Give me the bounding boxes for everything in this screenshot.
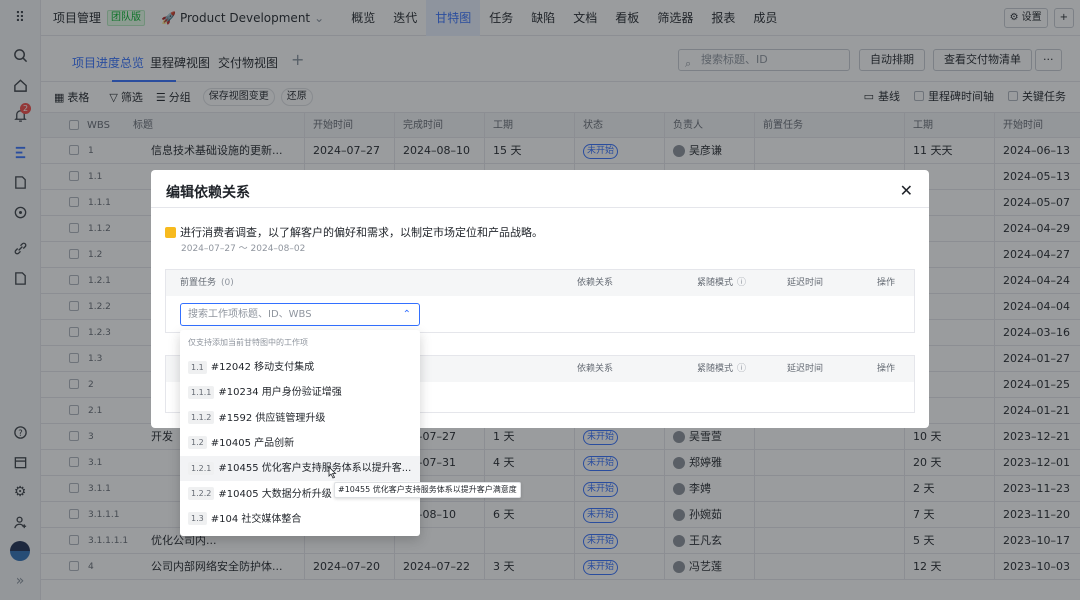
col-predecessor: 前置任务 [180,278,217,288]
search-placeholder: 搜索工作项标题、ID、WBS [188,309,312,320]
option-wbs: 1.1 [188,360,207,374]
predecessor-search-input[interactable]: 搜索工作项标题、ID、WBS ⌃ [180,303,420,326]
option-label: #12042 移动支付集成 [210,362,315,373]
predecessor-dropdown: 仅支持添加当前甘特图中的工作项 1.1 #12042 移动支付集成 1.1.1 #10… [180,330,420,536]
option-label: #10455 优化客户支持服务体系以提升客... [218,463,412,475]
option-wbs: 1.3 [188,512,207,526]
chevron-up-icon: ⌃ [402,309,411,320]
task-title: 进行消费者调查，以了解客户的偏好和需求，以制定市场定位和产品战略。 [180,226,543,239]
option-label: #104 社交媒体整合 [210,513,302,525]
divider [151,207,929,208]
option-wbs: 1.2.2 [188,487,215,500]
dropdown-option[interactable]: 1.2 #10405 产品创新 [180,431,420,456]
dialog-title: 编辑依赖关系 [166,185,250,201]
predecessor-count: (0) [221,278,234,288]
help-icon[interactable]: ⓘ [737,270,746,296]
close-icon[interactable]: ✕ [900,181,913,200]
col-dependency: 依赖关系 [577,278,614,288]
col-dependency: 依赖关系 [577,364,614,374]
dropdown-option[interactable]: 1.3 #104 社交媒体整合 [180,507,420,532]
predecessor-header: 前置任务 (0) 依赖关系 紧随模式 ⓘ 延迟时间 操作 [166,270,914,296]
col-action: 操作 [877,278,896,288]
col-delay: 延迟时间 [787,364,824,374]
dropdown-option[interactable]: 1.1 #12042 移动支付集成 [180,355,420,380]
dropdown-option[interactable]: 1.1.1 #10234 用户身份验证增强 [180,380,420,405]
task-info: 进行消费者调查，以了解客户的偏好和需求，以制定市场定位和产品战略。 [165,224,543,240]
dropdown-tip: 仅支持添加当前甘特图中的工作项 [188,338,308,347]
option-tooltip: #10455 优化客户支持服务体系以提升客户满意度 [334,482,521,498]
option-wbs: 1.2 [188,436,207,450]
dropdown-option[interactable]: 1.2.1 #10455 优化客户支持服务体系以提升客... [180,456,420,482]
option-label: #10405 产品创新 [210,437,295,449]
option-wbs: 1.1.1 [188,385,215,399]
option-wbs: 1.1.2 [188,411,215,425]
col-delay: 延迟时间 [787,278,824,288]
option-label: #10234 用户身份验证增强 [218,387,342,399]
task-dates: 2024–07–27 ～ 2024–08–02 [181,244,306,254]
option-label: #1592 供应链管理升级 [218,412,326,424]
option-wbs: 1.2.1 [188,461,215,475]
col-action: 操作 [877,364,896,374]
dropdown-option[interactable]: 1.1.2 #1592 供应链管理升级 [180,406,420,431]
col-follow-mode: 紧随模式 [697,364,734,374]
bulb-icon [165,226,176,238]
col-follow-mode: 紧随模式 [697,278,734,288]
mouse-cursor-icon [328,466,337,479]
option-label: #10405 大数据分析升级 [218,488,332,500]
help-icon[interactable]: ⓘ [737,356,746,382]
